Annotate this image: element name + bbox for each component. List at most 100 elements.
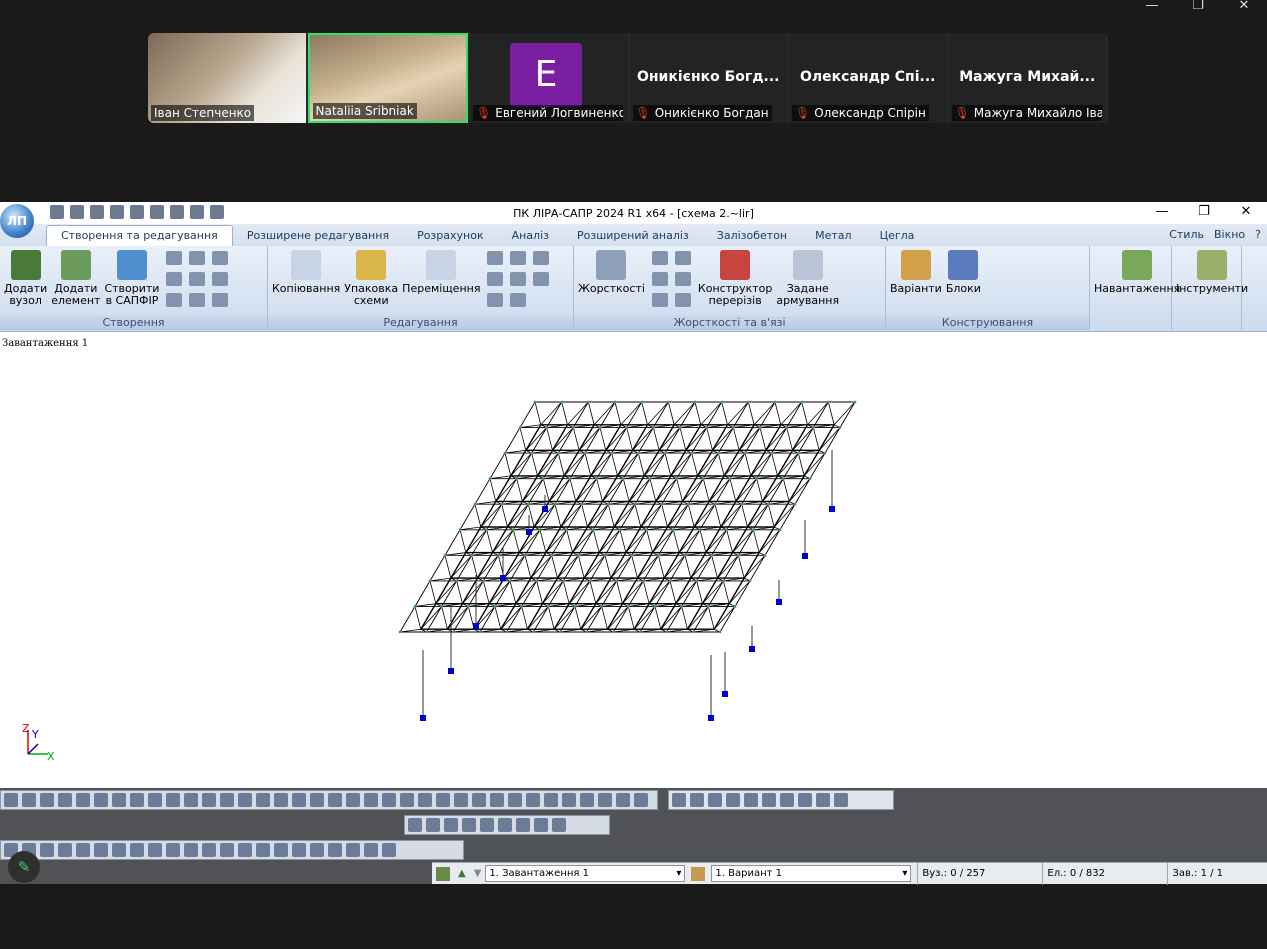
toolbar-tool-icon[interactable]: [202, 793, 216, 807]
toolbar-tool-icon[interactable]: [472, 793, 486, 807]
toolbar-tool-icon[interactable]: [292, 843, 306, 857]
toolbar-tool-icon[interactable]: [426, 818, 440, 832]
toolbar-tool-icon[interactable]: [598, 793, 612, 807]
participant-tile-active[interactable]: Nataliia Sribniak: [307, 33, 468, 123]
toolbar-tool-icon[interactable]: [634, 793, 648, 807]
toolbar-tool-icon[interactable]: [508, 793, 522, 807]
tab-advanced-analysis[interactable]: Розширений аналіз: [563, 226, 703, 246]
toolbar-tool-icon[interactable]: [76, 793, 90, 807]
participant-tile[interactable]: Оникієнко Богд... 🎙 Оникієнко Богдан: [629, 33, 787, 123]
shape-icon[interactable]: [212, 251, 229, 265]
toolbar-tool-icon[interactable]: [256, 793, 270, 807]
toolbar-tool-icon[interactable]: [148, 793, 162, 807]
toolbar-tool-icon[interactable]: [76, 843, 90, 857]
toolbar-tool-icon[interactable]: [328, 843, 342, 857]
toolbar-tool-icon[interactable]: [534, 818, 548, 832]
toolbar-tool-icon[interactable]: [94, 793, 108, 807]
tab-analysis[interactable]: Аналіз: [498, 226, 563, 246]
toolbar-tool-icon[interactable]: [726, 793, 740, 807]
toolbar-tool-icon[interactable]: [480, 818, 494, 832]
close-icon[interactable]: ✕: [1225, 204, 1267, 219]
pen-icon[interactable]: [487, 272, 504, 286]
toolbar-tool-icon[interactable]: [436, 793, 450, 807]
toolbar-tool-icon[interactable]: [256, 843, 270, 857]
list-icon[interactable]: [212, 293, 229, 307]
toolbar-tool-icon[interactable]: [130, 843, 144, 857]
arch-icon[interactable]: [166, 272, 183, 286]
toolbar-tool-icon[interactable]: [22, 793, 36, 807]
annotate-pen-icon[interactable]: ✎: [8, 851, 40, 883]
help-icon[interactable]: ?: [1255, 228, 1261, 241]
toolbar-tool-icon[interactable]: [166, 793, 180, 807]
minimize-icon[interactable]: —: [1129, 0, 1175, 14]
down-arrow-icon[interactable]: ▼: [474, 868, 482, 879]
app-logo-icon[interactable]: ЛП: [0, 204, 34, 238]
participant-tile[interactable]: Мажуга Михай... 🎙 Мажуга Михайло Іва...: [948, 33, 1106, 123]
tab-create-edit[interactable]: Створення та редагування: [46, 225, 233, 246]
participant-tile[interactable]: Іван Степченко: [148, 33, 306, 123]
toolbar-tool-icon[interactable]: [400, 793, 414, 807]
toolbar-tool-icon[interactable]: [292, 793, 306, 807]
toolbar-tool-icon[interactable]: [274, 843, 288, 857]
toolbar-tool-icon[interactable]: [672, 793, 686, 807]
restore-icon[interactable]: ❐: [1175, 0, 1221, 14]
toolbar-tool-icon[interactable]: [220, 843, 234, 857]
participant-tile[interactable]: Олександр Спі... 🎙 Олександр Спірін: [789, 33, 947, 123]
toolbar-tool-icon[interactable]: [202, 843, 216, 857]
tab-metal[interactable]: Метал: [801, 226, 865, 246]
tab-advanced-edit[interactable]: Розширене редагування: [233, 226, 403, 246]
toolbar-tool-icon[interactable]: [690, 793, 704, 807]
link-icon[interactable]: [651, 251, 668, 265]
column-icon[interactable]: [189, 251, 206, 265]
toolbar-tool-icon[interactable]: [238, 793, 252, 807]
close-icon[interactable]: ✕: [1221, 0, 1267, 14]
toolbar-tool-icon[interactable]: [744, 793, 758, 807]
variant-select[interactable]: 1. Вариант 1: [711, 865, 912, 882]
tab-brick[interactable]: Цегла: [866, 226, 929, 246]
window-menu[interactable]: Вікно: [1214, 228, 1245, 241]
toolbar-tool-icon[interactable]: [184, 793, 198, 807]
toolbar-tool-icon[interactable]: [346, 793, 360, 807]
toolbar-tool-icon[interactable]: [444, 818, 458, 832]
toolbar-tool-icon[interactable]: [58, 843, 72, 857]
toolbar-tool-icon[interactable]: [454, 793, 468, 807]
toolbar-tool-icon[interactable]: [526, 793, 540, 807]
support-icon[interactable]: [651, 272, 668, 286]
frame-icon[interactable]: [166, 293, 183, 307]
toolbar-tool-icon[interactable]: [780, 793, 794, 807]
tab-calculation[interactable]: Розрахунок: [403, 226, 498, 246]
delete-window-icon[interactable]: [533, 272, 550, 286]
model-viewport[interactable]: Завантаження 1 Z Y X: [0, 334, 1267, 788]
toolbar-tool-icon[interactable]: [238, 843, 252, 857]
toolbar-tool-icon[interactable]: [220, 793, 234, 807]
toolbar-tool-icon[interactable]: [382, 793, 396, 807]
load-case-icon[interactable]: [436, 866, 450, 881]
toolbar-tool-icon[interactable]: [328, 793, 342, 807]
sort-icon[interactable]: [510, 293, 527, 307]
toolbar-tool-icon[interactable]: [94, 843, 108, 857]
tab-concrete[interactable]: Залізобетон: [703, 226, 801, 246]
toolbar-tool-icon[interactable]: [310, 793, 324, 807]
delete-icon[interactable]: [487, 293, 504, 307]
toolbar-tool-icon[interactable]: [462, 818, 476, 832]
restore-icon[interactable]: ❐: [1183, 204, 1225, 219]
participant-tile[interactable]: E 🎙 Евгений Логвиненко: [470, 33, 628, 123]
load-case-select[interactable]: 1. Завантаження 1: [485, 865, 686, 882]
toolbar-tool-icon[interactable]: [4, 793, 18, 807]
toolbar-tool-icon[interactable]: [834, 793, 848, 807]
toolbar-tool-icon[interactable]: [112, 843, 126, 857]
toolbar-tool-icon[interactable]: [274, 793, 288, 807]
toolbar-tool-icon[interactable]: [408, 818, 422, 832]
toolbar-tool-icon[interactable]: [184, 843, 198, 857]
toolbar-tool-icon[interactable]: [798, 793, 812, 807]
toolbar-tool-icon[interactable]: [490, 793, 504, 807]
tree-icon[interactable]: [651, 293, 668, 307]
toolbar-tool-icon[interactable]: [616, 793, 630, 807]
toolbar-tool-icon[interactable]: [112, 793, 126, 807]
toolbar-tool-icon[interactable]: [762, 793, 776, 807]
toolbar-tool-icon[interactable]: [816, 793, 830, 807]
toolbar-tool-icon[interactable]: [562, 793, 576, 807]
toolbar-tool-icon[interactable]: [130, 793, 144, 807]
minimize-icon[interactable]: —: [1141, 204, 1183, 219]
toolbar-tool-icon[interactable]: [310, 843, 324, 857]
